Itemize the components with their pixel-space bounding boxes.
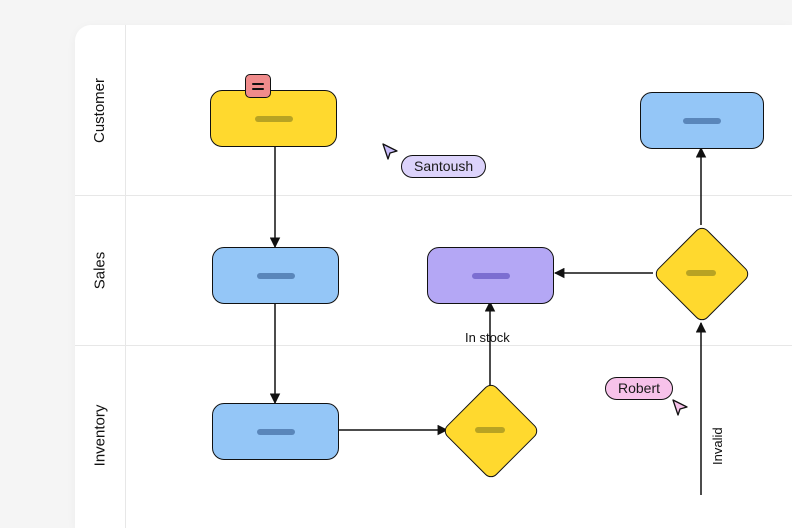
note-icon[interactable]: [245, 74, 271, 98]
diagram-card: Customer Sales Inventory: [75, 25, 792, 528]
lane-label-text: Sales: [92, 251, 109, 289]
edge-label-in-stock: In stock: [465, 330, 510, 345]
node-placeholder-bar: [472, 273, 510, 279]
edge-label-invalid: Invalid: [710, 427, 725, 465]
node-placeholder-bar: [257, 273, 295, 279]
node-customer-right[interactable]: [640, 92, 764, 149]
collaborator-name: Robert: [618, 380, 660, 396]
swimlane-labels: Customer Sales Inventory: [75, 25, 125, 528]
node-sales-mid[interactable]: [427, 247, 554, 304]
gateway-inventory[interactable]: [456, 396, 524, 464]
node-placeholder-bar: [257, 429, 295, 435]
node-customer-start[interactable]: [210, 90, 337, 147]
node-inventory-left[interactable]: [212, 403, 339, 460]
cursor-icon: [671, 398, 689, 416]
lane-label-text: Inventory: [92, 404, 109, 466]
lane-label-text: Customer: [92, 77, 109, 142]
node-placeholder-bar: [683, 118, 721, 124]
gateway-sales[interactable]: [667, 239, 735, 307]
node-placeholder-bar: [255, 116, 293, 122]
collaborator-chip-santoush[interactable]: Santoush: [401, 155, 486, 178]
cursor-icon: [381, 142, 399, 160]
node-sales-left[interactable]: [212, 247, 339, 304]
lane-label-customer: Customer: [75, 25, 125, 195]
lane-label-inventory: Inventory: [75, 345, 125, 525]
collaborator-name: Santoush: [414, 158, 473, 174]
lane-label-sales: Sales: [75, 195, 125, 345]
collaborator-chip-robert[interactable]: Robert: [605, 377, 673, 400]
diagram-canvas[interactable]: Santoush Robert In stock Invalid: [125, 25, 792, 528]
